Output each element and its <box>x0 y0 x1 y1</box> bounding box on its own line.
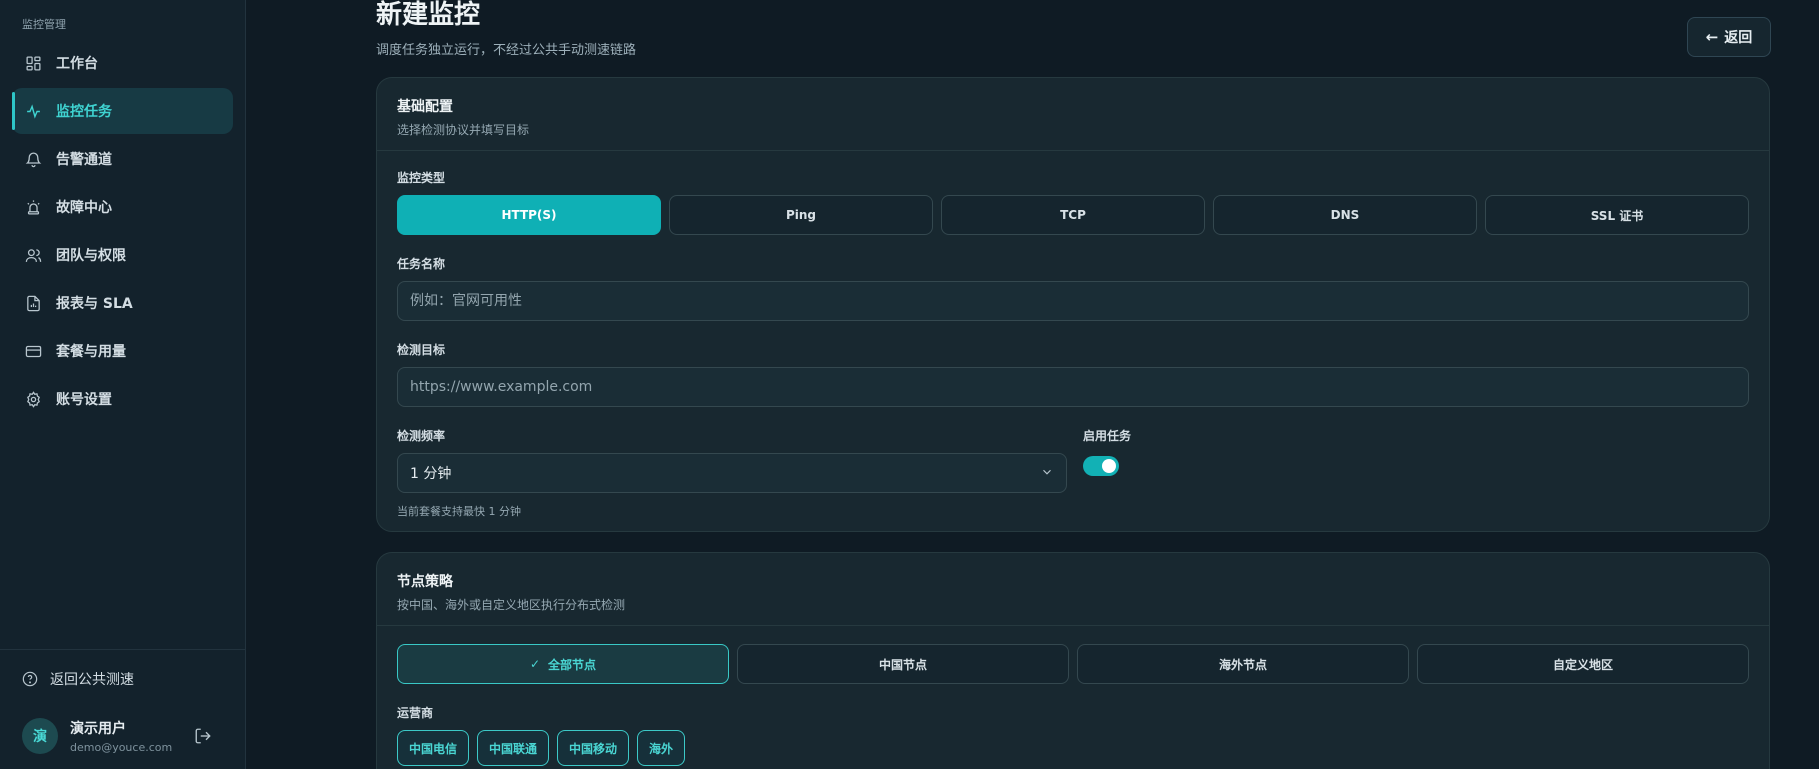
monitor-type-label: 监控类型 <box>397 171 446 185</box>
user-name: 演示用户 <box>70 721 126 737</box>
avatar: 演 <box>22 718 58 754</box>
back-public-label: 返回公共测速 <box>50 672 134 688</box>
sidebar-item-incident-center[interactable]: 故障中心 <box>12 184 233 230</box>
isp-chip-mobile[interactable]: 中国移动 <box>557 730 630 766</box>
isp-chip-overseas[interactable]: 海外 <box>637 730 686 766</box>
sidebar-item-alert-channels[interactable]: 告警通道 <box>12 136 233 182</box>
sidebar-section-label: 监控管理 <box>22 18 66 31</box>
enable-label: 启用任务 <box>1083 429 1132 443</box>
credit-card-icon <box>24 342 42 360</box>
bell-icon <box>24 150 42 168</box>
sidebar-item-monitor-tasks[interactable]: 监控任务 <box>12 88 233 134</box>
isp-chip-unicom[interactable]: 中国联通 <box>477 730 550 766</box>
card-description: 选择检测协议并填写目标 <box>397 123 530 137</box>
node-option-overseas[interactable]: 海外节点 <box>1077 644 1409 684</box>
type-option-ping[interactable]: Ping <box>669 195 933 235</box>
enable-field: 启用任务 <box>1083 427 1131 519</box>
check-icon: ✓ <box>529 657 541 671</box>
page-title: 新建监控 <box>376 0 481 30</box>
sidebar: 监控管理 工作台 监控任务 告警通道 故障中心 团队与权限 报表与 SLA 套餐… <box>0 0 246 769</box>
card-body: 监控类型 HTTP(S) Ping TCP DNS SSL 证书 任务名称 检测… <box>377 151 1769 519</box>
frequency-value: 1 分钟 <box>410 466 452 482</box>
card-description: 按中国、海外或自定义地区执行分布式检测 <box>397 598 626 612</box>
sidebar-item-reports-sla[interactable]: 报表与 SLA <box>12 280 233 326</box>
activity-icon <box>24 102 42 120</box>
siren-icon <box>24 198 42 216</box>
sidebar-item-label: 监控任务 <box>56 104 112 120</box>
back-button-label: 返回 <box>1724 30 1753 46</box>
sidebar-item-plans-usage[interactable]: 套餐与用量 <box>12 328 233 374</box>
card-title: 基础配置 <box>397 99 453 115</box>
back-button[interactable]: ← 返回 <box>1687 17 1771 57</box>
sidebar-item-team-permissions[interactable]: 团队与权限 <box>12 232 233 278</box>
node-option-china[interactable]: 中国节点 <box>737 644 1069 684</box>
sidebar-item-label: 报表与 SLA <box>56 296 133 312</box>
user-info: 演示用户 demo@youce.com <box>70 718 180 754</box>
arrow-left-icon: ← <box>1705 28 1719 46</box>
isp-chips: 中国电信 中国联通 中国移动 海外 <box>397 730 1749 766</box>
main-content: 新建监控 调度任务独立运行，不经过公共手动测速链路 ← 返回 基础配置 选择检测… <box>246 0 1819 769</box>
enable-task-toggle[interactable] <box>1083 456 1119 476</box>
help-circle-icon <box>22 671 38 687</box>
user-profile: 演 演示用户 demo@youce.com <box>0 708 245 764</box>
frequency-field: 检测频率 1 分钟 当前套餐支持最快 1 分钟 <box>397 427 1067 519</box>
sidebar-item-label: 故障中心 <box>56 200 112 216</box>
user-email: demo@youce.com <box>70 741 173 754</box>
type-option-dns[interactable]: DNS <box>1213 195 1477 235</box>
task-name-label: 任务名称 <box>397 257 446 271</box>
task-name-input[interactable] <box>397 281 1749 321</box>
sidebar-item-dashboard[interactable]: 工作台 <box>12 40 233 86</box>
page-subtitle: 调度任务独立运行，不经过公共手动测速链路 <box>376 43 637 58</box>
basic-config-card: 基础配置 选择检测协议并填写目标 监控类型 HTTP(S) Ping TCP D… <box>376 77 1770 532</box>
sidebar-item-label: 套餐与用量 <box>56 344 126 360</box>
sidebar-item-label: 团队与权限 <box>56 248 126 264</box>
isp-chip-telecom[interactable]: 中国电信 <box>397 730 470 766</box>
sidebar-nav: 工作台 监控任务 告警通道 故障中心 团队与权限 报表与 SLA 套餐与用量 账… <box>0 40 245 422</box>
sidebar-item-label: 工作台 <box>56 56 98 72</box>
dashboard-icon <box>24 54 42 72</box>
users-icon <box>24 246 42 264</box>
toggle-knob <box>1102 459 1116 473</box>
isp-label: 运营商 <box>397 706 434 720</box>
app-root: 监控管理 工作台 监控任务 告警通道 故障中心 团队与权限 报表与 SLA 套餐… <box>0 0 1819 769</box>
card-body: ✓ 全部节点 中国节点 海外节点 自定义地区 运营商 中国电信 中国联通 中国移… <box>377 626 1769 766</box>
sidebar-item-label: 告警通道 <box>56 152 112 168</box>
card-header: 节点策略 按中国、海外或自定义地区执行分布式检测 <box>377 553 1769 626</box>
logout-icon[interactable] <box>194 727 212 745</box>
sidebar-item-label: 账号设置 <box>56 392 112 408</box>
type-option-https[interactable]: HTTP(S) <box>397 195 661 235</box>
node-option-label: 全部节点 <box>548 657 597 672</box>
node-strategy-card: 节点策略 按中国、海外或自定义地区执行分布式检测 ✓ 全部节点 中国节点 海外节… <box>376 552 1770 769</box>
frequency-select[interactable]: 1 分钟 <box>397 453 1067 493</box>
target-input[interactable] <box>397 367 1749 407</box>
back-to-public-speedtest-link[interactable]: 返回公共测速 <box>0 650 245 708</box>
gear-icon <box>24 390 42 408</box>
sidebar-footer: 返回公共测速 演 演示用户 demo@youce.com <box>0 649 245 769</box>
target-label: 检测目标 <box>397 343 446 357</box>
node-option-all[interactable]: ✓ 全部节点 <box>397 644 729 684</box>
card-header: 基础配置 选择检测协议并填写目标 <box>377 78 1769 151</box>
node-option-custom-region[interactable]: 自定义地区 <box>1417 644 1749 684</box>
chevron-down-icon <box>1040 465 1054 482</box>
frequency-hint: 当前套餐支持最快 1 分钟 <box>397 505 521 518</box>
type-option-tcp[interactable]: TCP <box>941 195 1205 235</box>
frequency-label: 检测频率 <box>397 429 446 443</box>
card-title: 节点策略 <box>397 574 453 590</box>
node-scope-selector: ✓ 全部节点 中国节点 海外节点 自定义地区 <box>397 644 1749 684</box>
type-option-ssl[interactable]: SSL 证书 <box>1485 195 1749 235</box>
monitor-type-selector: HTTP(S) Ping TCP DNS SSL 证书 <box>397 195 1749 235</box>
freq-enable-row: 检测频率 1 分钟 当前套餐支持最快 1 分钟 启用任务 <box>397 427 1749 519</box>
sidebar-item-account-settings[interactable]: 账号设置 <box>12 376 233 422</box>
report-icon <box>24 294 42 312</box>
